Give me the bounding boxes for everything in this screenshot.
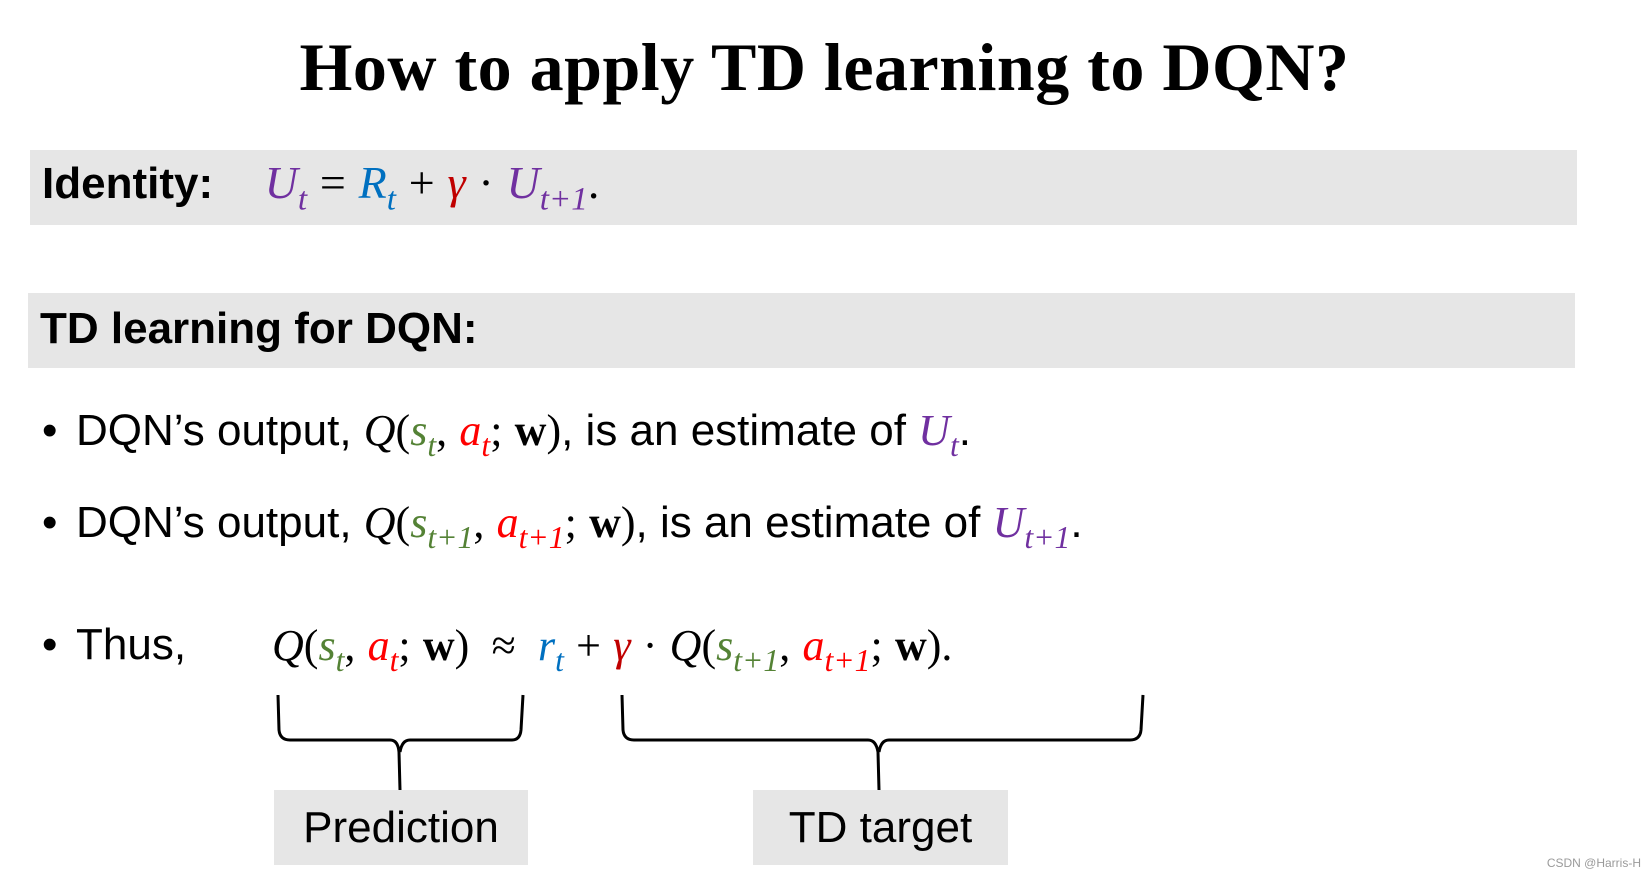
prediction-brace	[276, 694, 525, 791]
td-target-brace	[620, 694, 1145, 791]
prediction-label: Prediction	[274, 790, 528, 865]
td-target-label: TD target	[753, 790, 1008, 865]
watermark: CSDN @Harris-H	[1546, 856, 1641, 870]
brace-diagram	[276, 694, 1145, 791]
